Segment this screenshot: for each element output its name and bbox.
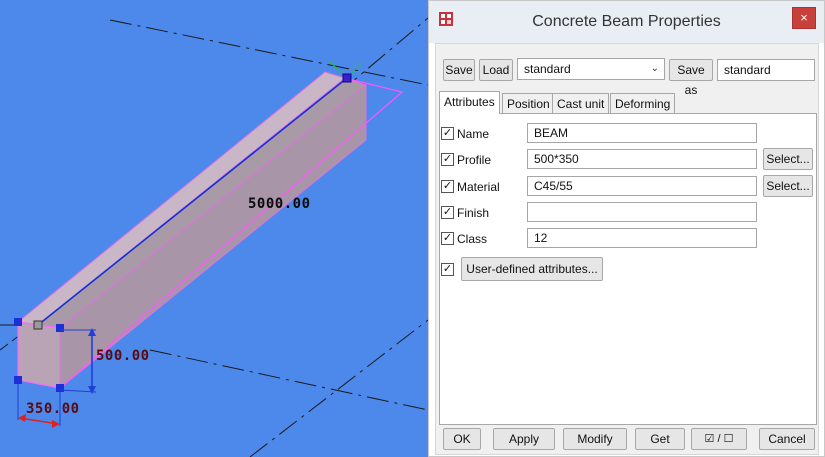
corner-handle[interactable] — [14, 318, 22, 326]
grid-line — [109, 19, 428, 86]
apply-button[interactable]: Apply — [493, 428, 555, 450]
load-preset-value: standard — [524, 62, 571, 76]
class-field[interactable]: 12 — [527, 228, 757, 248]
tab-attributes[interactable]: Attributes — [439, 91, 500, 114]
uda-checkbox[interactable]: ✓ — [441, 263, 454, 276]
profile-select-button[interactable]: Select... — [763, 148, 813, 170]
corner-handle[interactable] — [56, 324, 64, 332]
title-bar[interactable]: Concrete Beam Properties × — [429, 1, 824, 43]
toggle-all-checkboxes-button[interactable]: ☑ / ☐ — [691, 428, 747, 450]
profile-checkbox[interactable]: ✓ — [441, 153, 454, 166]
concrete-beam-properties-dialog: Concrete Beam Properties × Save Load sta… — [428, 0, 825, 457]
dimension-arrow — [88, 386, 96, 394]
finish-field[interactable] — [527, 202, 757, 222]
load-preset-select[interactable]: standard ⌄ — [517, 58, 665, 80]
user-defined-attributes-button[interactable]: User-defined attributes... — [461, 257, 603, 281]
save-as-button[interactable]: Save as — [669, 59, 713, 97]
class-checkbox[interactable]: ✓ — [441, 232, 454, 245]
width-dimension-label: 350.00 — [26, 401, 80, 417]
dialog-title: Concrete Beam Properties — [532, 13, 721, 30]
material-checkbox[interactable]: ✓ — [441, 180, 454, 193]
modify-button[interactable]: Modify — [563, 428, 627, 450]
height-dimension-label: 500.00 — [96, 348, 150, 364]
material-field[interactable]: C45/55 — [527, 176, 757, 196]
tab-deforming[interactable]: Deforming — [610, 93, 676, 113]
save-button[interactable]: Save — [443, 59, 475, 81]
material-label: Material — [457, 180, 500, 194]
start-handle[interactable] — [33, 320, 43, 330]
beam-front-face — [17, 321, 61, 389]
name-label: Name — [457, 127, 490, 141]
class-label: Class — [457, 232, 488, 246]
cancel-button[interactable]: Cancel — [759, 428, 815, 450]
close-button[interactable]: × — [792, 7, 816, 29]
end-handle[interactable] — [342, 73, 352, 83]
ok-button[interactable]: OK — [443, 428, 481, 450]
load-button[interactable]: Load — [479, 59, 513, 81]
finish-label: Finish — [457, 206, 490, 220]
beam-long-face — [59, 83, 367, 390]
save-as-field[interactable]: standard — [717, 59, 815, 81]
name-field[interactable]: BEAM — [527, 123, 757, 143]
material-select-button[interactable]: Select... — [763, 175, 813, 197]
tab-position[interactable]: Position — [502, 93, 555, 113]
profile-label: Profile — [457, 153, 492, 167]
tab-cast-unit[interactable]: Cast unit — [552, 93, 610, 113]
grid-line — [149, 349, 428, 411]
get-button[interactable]: Get — [635, 428, 685, 450]
finish-checkbox[interactable]: ✓ — [441, 206, 454, 219]
beam-side-face — [36, 77, 368, 329]
chevron-down-icon: ⌄ — [650, 63, 659, 74]
grid-line — [249, 319, 428, 457]
corner-handle[interactable] — [14, 376, 22, 384]
model-view-canvas[interactable] — [0, 0, 428, 457]
corner-handle[interactable] — [56, 384, 64, 392]
length-dimension-label: 5000.00 — [248, 196, 311, 212]
profile-field[interactable]: 500*350 — [527, 149, 757, 169]
dimension-arrow — [18, 414, 26, 422]
model-viewport[interactable]: 5000.00 500.00 350.00 — [0, 0, 428, 457]
name-checkbox[interactable]: ✓ — [441, 127, 454, 140]
dimension-arrow — [52, 420, 60, 428]
